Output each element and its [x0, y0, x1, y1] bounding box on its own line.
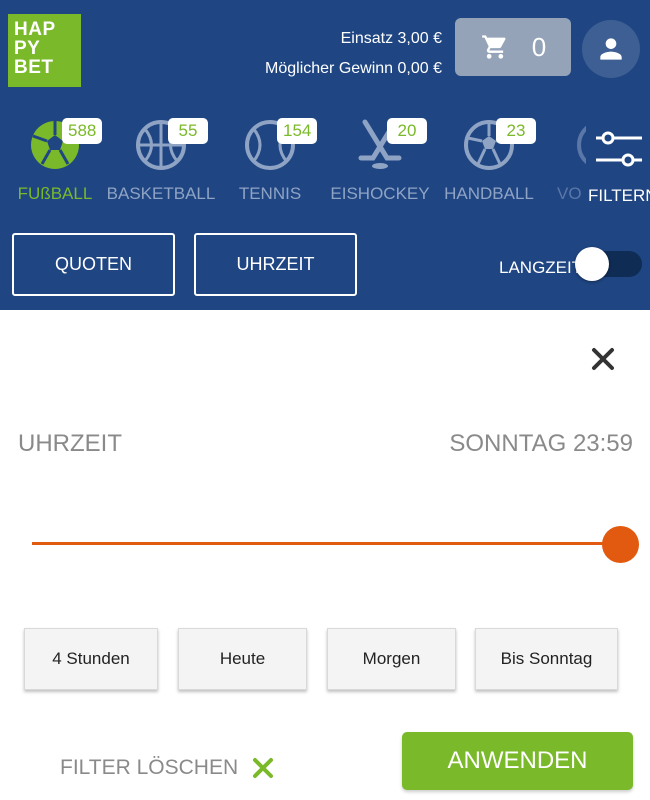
header: HAP PY BET Einsatz 3,00 € Möglicher Gewi…	[0, 0, 650, 310]
time-filter-value: SONNTAG 23:59	[449, 430, 633, 457]
quick-option-4-hours[interactable]: 4 Stunden	[24, 628, 158, 690]
cart-icon	[481, 35, 506, 59]
sport-count-badge: 154	[277, 118, 318, 144]
user-icon	[600, 38, 622, 60]
sport-label: FUßBALL	[17, 184, 93, 203]
sport-tab-volleyball[interactable]: VO	[545, 112, 586, 212]
clear-filter-button[interactable]: FILTER LÖSCHEN	[60, 756, 274, 780]
close-icon[interactable]	[588, 344, 618, 374]
sport-label: BASKETBALL	[106, 184, 216, 203]
logo-line-2: PY	[14, 38, 41, 59]
sport-count-badge: 20	[387, 118, 427, 144]
sport-label: EISHOCKEY	[330, 184, 430, 203]
time-slider[interactable]	[32, 524, 639, 564]
langzeit-label: LANGZEIT	[499, 258, 583, 277]
betslip-cart-button[interactable]: 0	[455, 18, 571, 76]
sport-count-badge: 588	[62, 118, 103, 144]
quick-option-today[interactable]: Heute	[178, 628, 307, 690]
sort-odds-button[interactable]: QUOTEN	[12, 233, 175, 296]
sport-tab-tennis[interactable]: 154 TENNIS	[215, 112, 325, 212]
stake-amount: Einsatz 3,00 €	[340, 30, 442, 47]
langzeit-toggle[interactable]	[575, 247, 642, 281]
apply-button[interactable]: ANWENDEN	[402, 732, 633, 790]
sport-label: VO	[557, 184, 582, 203]
sport-label: HANDBALL	[444, 184, 534, 203]
betslip-summary: Einsatz 3,00 € Möglicher Gewinn 0,00 €	[265, 24, 442, 84]
sport-tab-basketball[interactable]: 55 BASKETBALL	[106, 112, 216, 212]
filter-label: FILTERN	[588, 186, 650, 205]
slider-thumb[interactable]	[602, 526, 639, 563]
volleyball-icon	[577, 125, 586, 165]
sort-time-button[interactable]: UHRZEIT	[194, 233, 357, 296]
sports-carousel: 588 FUßBALL 55 BASKETBALL 154 TENNIS 20 …	[0, 112, 650, 212]
logo-line-1: HAP	[14, 19, 56, 40]
time-filter-label: UHRZEIT	[18, 430, 122, 457]
logo-line-3: BET	[14, 57, 54, 78]
sport-count-badge: 55	[168, 118, 208, 144]
filter-button[interactable]: FILTERN	[586, 124, 650, 205]
quick-option-tomorrow[interactable]: Morgen	[327, 628, 456, 690]
clear-x-icon	[253, 758, 274, 778]
sport-label: TENNIS	[238, 184, 302, 203]
slider-track[interactable]	[32, 542, 622, 545]
sport-tab-icehockey[interactable]: 20 EISHOCKEY	[325, 112, 435, 212]
quick-option-until-sunday[interactable]: Bis Sonntag	[475, 628, 618, 690]
cart-count: 0	[531, 31, 547, 62]
possible-win: Möglicher Gewinn 0,00 €	[265, 60, 442, 77]
sport-tab-football[interactable]: 588 FUßBALL	[0, 112, 110, 212]
toggle-knob[interactable]	[575, 247, 609, 281]
clear-filter-label: FILTER LÖSCHEN	[60, 756, 239, 779]
sliders-icon	[596, 131, 642, 167]
account-button[interactable]	[582, 20, 640, 78]
sport-tab-handball[interactable]: 23 HANDBALL	[434, 112, 544, 212]
happybet-logo[interactable]: HAP PY BET	[8, 14, 81, 87]
sport-count-badge: 23	[496, 118, 536, 144]
